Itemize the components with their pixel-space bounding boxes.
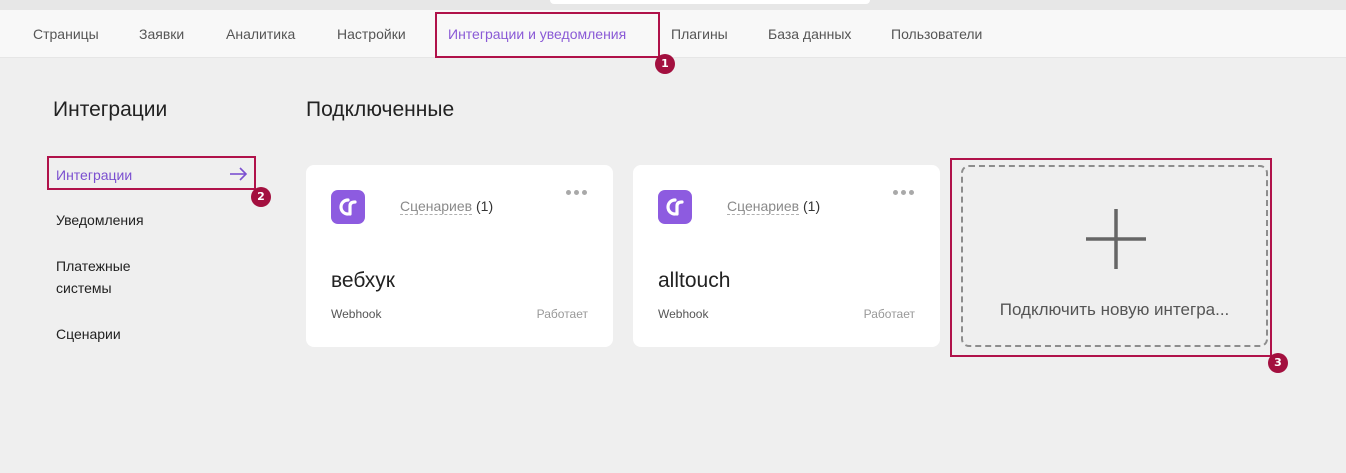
nav-item-users[interactable]: Пользователи [891, 10, 982, 58]
integration-logo-icon [331, 190, 365, 224]
sidebar-item-scenarios[interactable]: Сценарии [56, 323, 121, 345]
integration-card[interactable]: Сценариев (1) alltouch Webhook Работает [633, 165, 940, 347]
top-nav: Страницы Заявки Аналитика Настройки Инте… [0, 10, 1346, 58]
integration-name: вебхук [331, 269, 395, 292]
scenarios-link[interactable]: Сценариев (1) [727, 198, 821, 215]
top-pill [550, 0, 870, 4]
main-title: Подключенные [306, 98, 455, 121]
annotation-badge-3: 3 [1268, 353, 1288, 373]
nav-item-requests[interactable]: Заявки [139, 10, 184, 58]
scenarios-label: Сценариев [727, 198, 800, 215]
integration-type: Webhook [658, 307, 709, 321]
nav-item-database[interactable]: База данных [768, 10, 851, 58]
nav-item-integrations[interactable]: Интеграции и уведомления [448, 10, 626, 58]
sidebar-item-payments-line1: Платежные [56, 258, 131, 274]
nav-item-settings[interactable]: Настройки [337, 10, 406, 58]
plus-icon [1086, 209, 1146, 269]
more-options-icon[interactable] [564, 185, 590, 199]
integration-status: Работает [536, 307, 588, 321]
sidebar-item-integrations[interactable]: Интеграции [56, 164, 132, 186]
sidebar-item-payments-line2: системы [56, 280, 112, 296]
annotation-badge-1: 1 [655, 54, 675, 74]
scenarios-link[interactable]: Сценариев (1) [400, 198, 494, 215]
integration-type: Webhook [331, 307, 382, 321]
integration-logo-icon [658, 190, 692, 224]
arrow-right-icon[interactable] [229, 166, 249, 182]
nav-item-plugins[interactable]: Плагины [671, 10, 728, 58]
integration-status: Работает [863, 307, 915, 321]
nav-item-pages[interactable]: Страницы [33, 10, 99, 58]
page: Страницы Заявки Аналитика Настройки Инте… [0, 0, 1346, 473]
sidebar-title: Интеграции [53, 98, 168, 121]
top-strip [0, 0, 1346, 10]
integration-card[interactable]: Сценариев (1) вебхук Webhook Работает [306, 165, 613, 347]
scenarios-count: (1) [803, 198, 821, 214]
add-integration-button[interactable]: Подключить новую интегра... [961, 165, 1268, 347]
add-integration-label: Подключить новую интегра... [999, 300, 1230, 319]
sidebar-item-notifications[interactable]: Уведомления [56, 209, 144, 231]
annotation-badge-2: 2 [251, 187, 271, 207]
scenarios-label: Сценариев [400, 198, 473, 215]
nav-item-analytics[interactable]: Аналитика [226, 10, 295, 58]
more-options-icon[interactable] [891, 185, 917, 199]
integration-name: alltouch [658, 269, 731, 292]
sidebar-item-payments[interactable]: Платежные системы [56, 255, 131, 299]
scenarios-count: (1) [476, 198, 494, 214]
